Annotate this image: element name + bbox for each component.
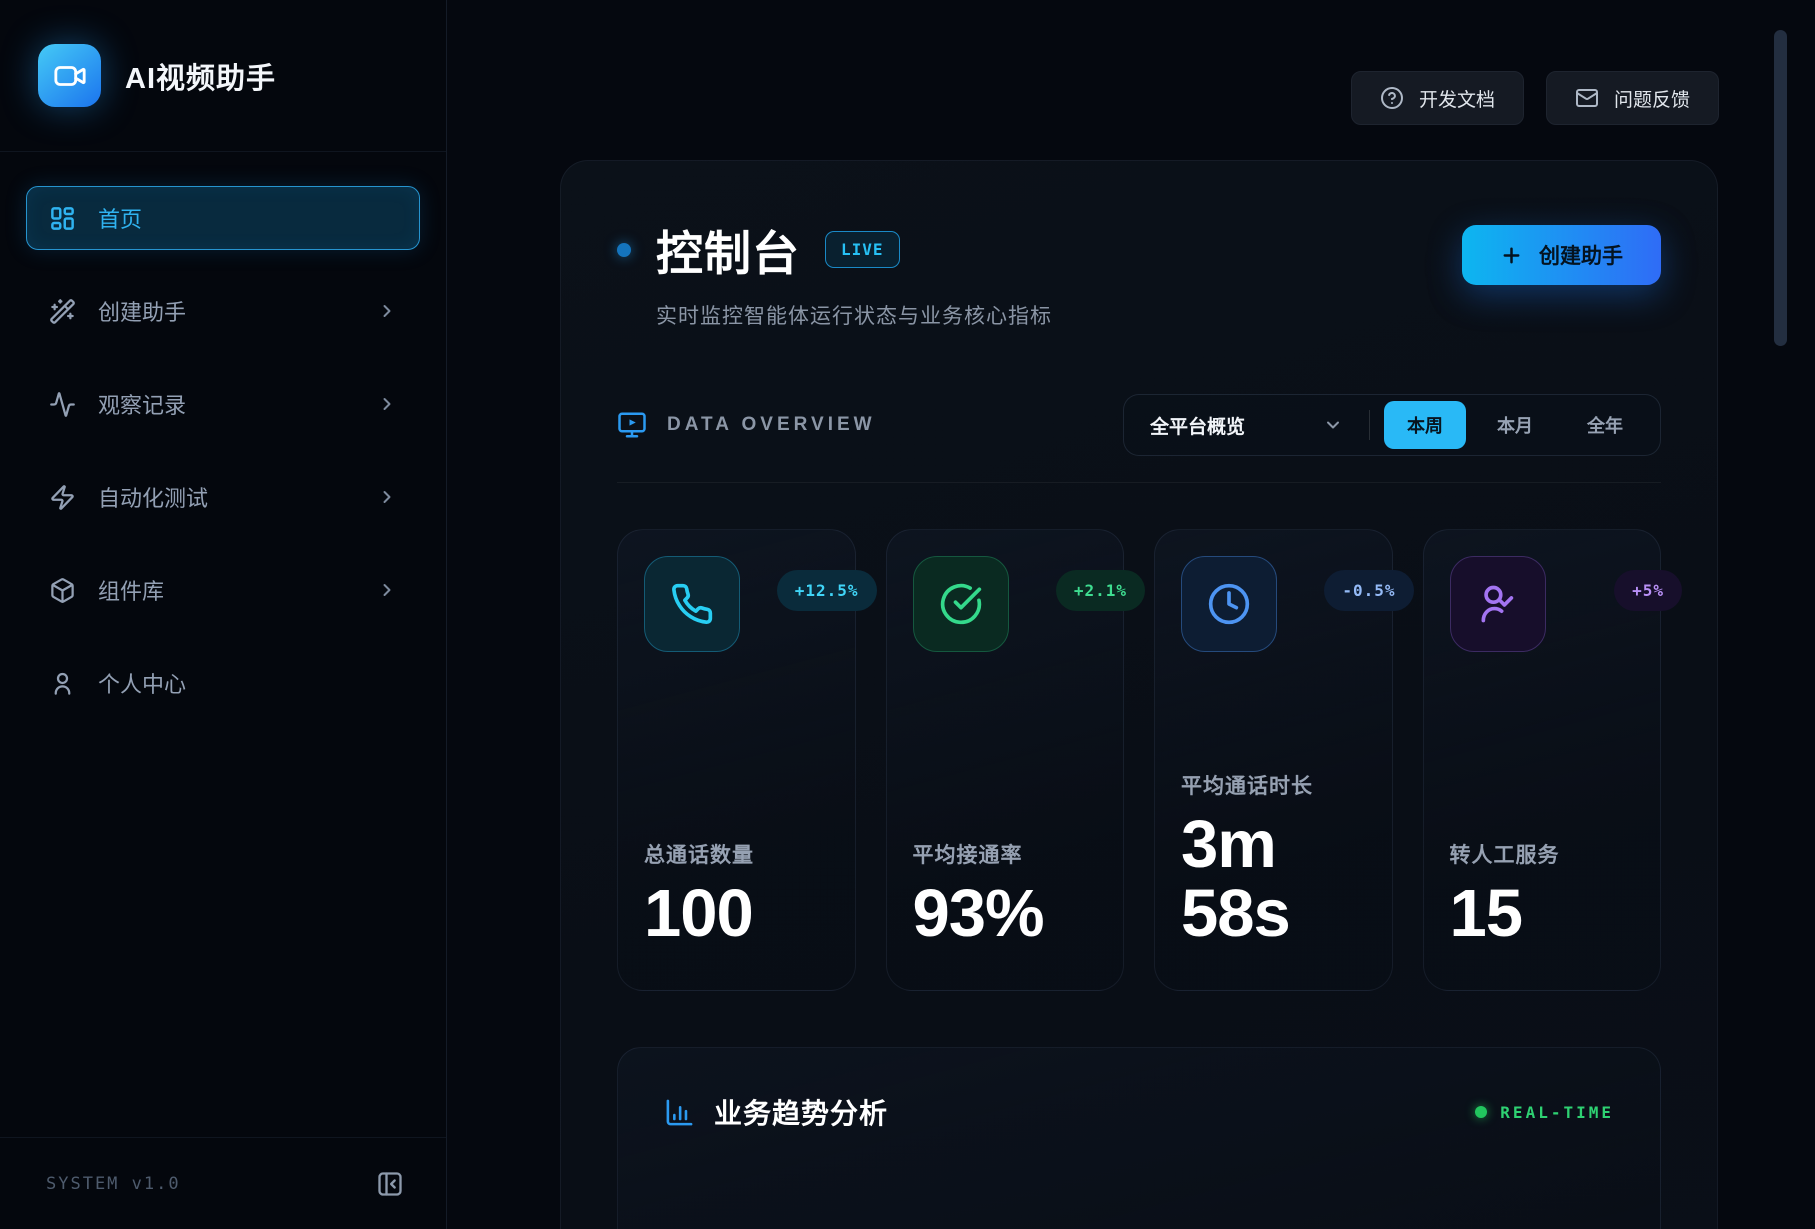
section-divider (617, 482, 1661, 483)
realtime-label: REAL-TIME (1500, 1103, 1614, 1122)
range-tabs: 本周 本月 全年 (1370, 401, 1660, 449)
console-header: 控制台 LIVE 实时监控智能体运行状态与业务核心指标 创建助手 (617, 215, 1661, 330)
sidebar-item-observe-records[interactable]: 观察记录 (26, 372, 420, 436)
feedback-button[interactable]: 问题反馈 (1546, 71, 1719, 125)
clock-icon (1207, 582, 1251, 626)
dev-docs-button[interactable]: 开发文档 (1351, 71, 1524, 125)
help-circle-icon (1380, 86, 1404, 110)
sidebar-item-create-assistant[interactable]: 创建助手 (26, 279, 420, 343)
bar-chart-icon (664, 1097, 695, 1128)
stat-value: 93% (913, 879, 1098, 948)
console-subtitle: 实时监控智能体运行状态与业务核心指标 (656, 300, 1661, 330)
stat-icon-tile (1181, 556, 1277, 652)
page-title: 控制台 (656, 215, 800, 284)
sidebar-header: AI视频助手 (0, 0, 446, 152)
sidebar-item-label: 个人中心 (98, 667, 186, 699)
mail-icon (1575, 86, 1599, 110)
sidebar-footer: SYSTEM v1.0 (0, 1137, 446, 1229)
data-overview-row: DATA OVERVIEW 全平台概览 本周 本月 全年 (617, 394, 1661, 456)
dashboard-icon (49, 205, 76, 232)
stat-value: 3m 58s (1181, 810, 1366, 948)
sidebar-item-automation-test[interactable]: 自动化测试 (26, 465, 420, 529)
live-badge: LIVE (825, 231, 900, 268)
realtime-status: REAL-TIME (1475, 1103, 1614, 1122)
video-camera-icon (53, 59, 87, 93)
feedback-label: 问题反馈 (1614, 85, 1690, 112)
monitor-play-icon (617, 410, 647, 440)
chevron-down-icon (1323, 415, 1343, 435)
user-icon (49, 670, 76, 697)
app-title: AI视频助手 (125, 55, 276, 97)
create-assistant-label: 创建助手 (1539, 240, 1623, 270)
console-panel: 控制台 LIVE 实时监控智能体运行状态与业务核心指标 创建助手 DATA OV… (560, 160, 1718, 1229)
plus-icon (1500, 244, 1523, 267)
stat-value: 100 (644, 879, 829, 948)
status-dot (617, 243, 631, 257)
delta-badge: +2.1% (1056, 570, 1145, 611)
tab-full-year[interactable]: 全年 (1564, 401, 1646, 449)
sidebar-item-label: 组件库 (98, 574, 164, 606)
sidebar-item-label: 首页 (98, 202, 142, 234)
user-check-icon (1476, 582, 1520, 626)
stat-value: 15 (1450, 879, 1635, 948)
platform-select-value: 全平台概览 (1150, 412, 1245, 439)
stat-card-avg-duration: -0.5% 平均通话时长 3m 58s (1154, 529, 1393, 991)
stats-grid: +12.5% 总通话数量 100 +2.1% 平均接通率 93% -0.5% 平… (617, 529, 1661, 991)
sidebar-item-label: 自动化测试 (98, 481, 208, 513)
stat-label: 平均接通率 (913, 839, 1098, 869)
section-label: DATA OVERVIEW (667, 414, 876, 436)
delta-badge: +12.5% (777, 570, 877, 611)
panel-collapse-icon (376, 1170, 404, 1198)
delta-badge: +5% (1614, 570, 1682, 611)
sidebar-item-component-library[interactable]: 组件库 (26, 558, 420, 622)
stat-card-answer-rate: +2.1% 平均接通率 93% (886, 529, 1125, 991)
sidebar: AI视频助手 首页 创建助手 观察记录 (0, 0, 447, 1229)
wand-icon (49, 298, 76, 325)
dev-docs-label: 开发文档 (1419, 85, 1495, 112)
delta-badge: -0.5% (1324, 570, 1413, 611)
tab-this-week[interactable]: 本周 (1384, 401, 1466, 449)
cube-icon (49, 577, 76, 604)
top-actions: 开发文档 问题反馈 (1351, 71, 1719, 125)
sidebar-item-label: 观察记录 (98, 388, 186, 420)
app-logo (38, 44, 101, 107)
activity-icon (49, 391, 76, 418)
filter-box: 全平台概览 本周 本月 全年 (1123, 394, 1661, 456)
scrollbar-thumb[interactable] (1774, 30, 1787, 346)
chevron-right-icon (377, 487, 397, 507)
zap-icon (49, 484, 76, 511)
collapse-sidebar-button[interactable] (376, 1170, 404, 1198)
stat-label: 平均通话时长 (1181, 770, 1366, 800)
sidebar-item-label: 创建助手 (98, 295, 186, 327)
stat-card-total-calls: +12.5% 总通话数量 100 (617, 529, 856, 991)
green-status-dot (1475, 1106, 1487, 1118)
check-circle-icon (939, 582, 983, 626)
create-assistant-button[interactable]: 创建助手 (1462, 225, 1661, 285)
phone-icon (670, 582, 714, 626)
trend-title: 业务趋势分析 (714, 1092, 888, 1132)
stat-label: 总通话数量 (644, 839, 829, 869)
sidebar-nav: 首页 创建助手 观察记录 自动化测试 (0, 152, 446, 715)
sidebar-item-profile[interactable]: 个人中心 (26, 651, 420, 715)
sidebar-item-home[interactable]: 首页 (26, 186, 420, 250)
trend-analysis-card: 业务趋势分析 REAL-TIME (617, 1047, 1661, 1229)
stat-label: 转人工服务 (1450, 839, 1635, 869)
system-version: SYSTEM v1.0 (46, 1174, 181, 1194)
tab-this-month[interactable]: 本月 (1474, 401, 1556, 449)
stat-icon-tile (1450, 556, 1546, 652)
chevron-right-icon (377, 580, 397, 600)
chevron-right-icon (377, 301, 397, 321)
stat-icon-tile (644, 556, 740, 652)
platform-select[interactable]: 全平台概览 (1124, 412, 1369, 439)
chevron-right-icon (377, 394, 397, 414)
stat-icon-tile (913, 556, 1009, 652)
stat-card-human-transfer: +5% 转人工服务 15 (1423, 529, 1662, 991)
